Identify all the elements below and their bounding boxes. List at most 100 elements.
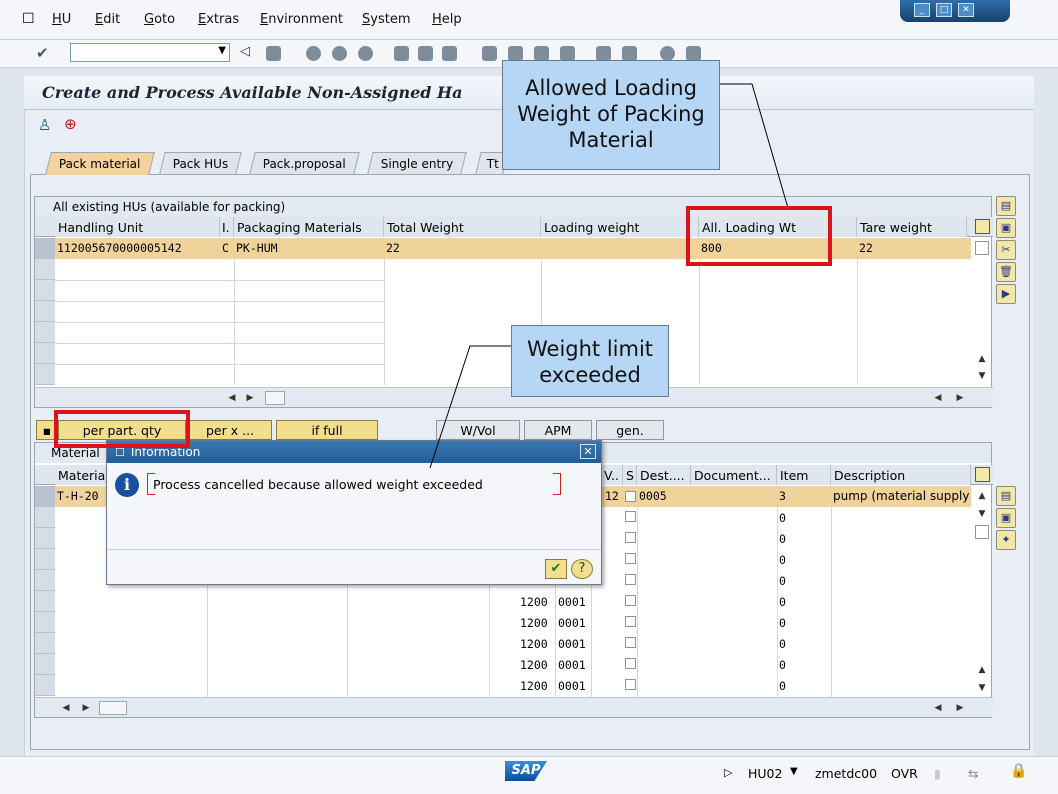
print-icon[interactable] — [394, 46, 409, 61]
scroll-left-icon[interactable]: ◀ — [59, 701, 73, 715]
close-icon[interactable]: ✕ — [958, 3, 974, 17]
help-button[interactable]: ? — [571, 559, 593, 579]
col-packaging-materials[interactable]: Packaging Materials — [234, 217, 384, 237]
tab-pack-proposal[interactable]: Pack.proposal — [249, 152, 360, 174]
scroll-thumb[interactable] — [265, 391, 285, 405]
scroll-right-icon[interactable]: ▶ — [953, 391, 967, 405]
menu-edit[interactable]: Edit — [95, 12, 120, 27]
row-selector[interactable] — [35, 591, 55, 612]
checkbox[interactable] — [625, 491, 636, 502]
pack-per-x-button[interactable]: per x ... — [188, 420, 272, 440]
find-next-icon[interactable] — [442, 46, 457, 61]
col-handling-unit[interactable]: Handling Unit — [55, 217, 220, 237]
scroll-right-icon[interactable]: ▶ — [243, 391, 257, 405]
scroll-right-icon[interactable]: ▶ — [953, 701, 967, 715]
command-field[interactable]: ▼ — [70, 43, 230, 62]
back-nav-icon[interactable]: ◁ — [240, 44, 250, 59]
delete-icon[interactable]: 🗑 — [996, 262, 1016, 282]
save-icon[interactable] — [266, 46, 281, 61]
checkbox[interactable] — [625, 637, 636, 648]
tab-single-entry[interactable]: Single entry — [367, 152, 468, 174]
generate-button[interactable]: gen. — [596, 420, 664, 440]
row-selector[interactable] — [35, 507, 55, 528]
last-page-icon[interactable] — [560, 46, 575, 61]
cancel-icon[interactable] — [358, 46, 373, 61]
chevron-down-icon[interactable]: ▼ — [218, 45, 226, 56]
back-icon[interactable] — [306, 46, 321, 61]
apm-button[interactable]: APM — [524, 420, 592, 440]
scroll-left-icon[interactable]: ◀ — [931, 701, 945, 715]
minimize-icon[interactable]: _ — [914, 3, 930, 17]
row-selector[interactable] — [35, 633, 55, 654]
col-total-weight[interactable]: Total Weight — [384, 217, 541, 237]
display-icon[interactable]: ▣ — [996, 218, 1016, 238]
display-icon[interactable]: ▣ — [996, 508, 1016, 528]
menu-hu[interactable]: HU — [52, 12, 71, 27]
col-description[interactable]: Description — [831, 465, 971, 485]
menu-environment[interactable]: Environment — [260, 12, 343, 27]
menu-icon[interactable]: ☐ — [22, 11, 35, 27]
checkbox[interactable] — [625, 511, 636, 522]
row-selector[interactable] — [35, 654, 55, 675]
row-selector[interactable] — [35, 259, 55, 280]
find-icon[interactable] — [418, 46, 433, 61]
details-icon[interactable]: ▤ — [996, 486, 1016, 506]
checkbox[interactable] — [625, 616, 636, 627]
layout-menu-icon[interactable] — [686, 46, 701, 61]
row-selector[interactable] — [35, 238, 55, 259]
scroll-left-icon[interactable]: ◀ — [225, 391, 239, 405]
horizontal-scrollbar[interactable]: ◀ ▶ ◀ ▶ — [35, 697, 993, 717]
scroll-down-icon[interactable]: ▼ — [975, 681, 989, 695]
scroll-right-icon[interactable]: ▶ — [79, 701, 93, 715]
col-i[interactable]: I. — [220, 217, 234, 237]
status-toggle-icon[interactable]: ▷ — [724, 766, 732, 779]
col-s[interactable]: S — [623, 465, 637, 485]
menu-help[interactable]: Help — [432, 12, 462, 27]
table-row[interactable]: 112005670000005142 C PK-HUM 22 800 22 — [55, 238, 971, 259]
checkbox[interactable] — [625, 532, 636, 543]
unpack-icon[interactable]: ✂ — [996, 240, 1016, 260]
scroll-thumb[interactable] — [975, 241, 989, 255]
exit-icon[interactable] — [332, 46, 347, 61]
row-selector[interactable] — [35, 280, 55, 301]
row-selector[interactable] — [35, 612, 55, 633]
weight-volume-button[interactable]: W/Vol — [436, 420, 520, 440]
first-page-icon[interactable] — [482, 46, 497, 61]
column-settings-icon[interactable] — [975, 219, 990, 234]
col-document[interactable]: Document... — [691, 465, 777, 485]
details-icon[interactable]: ▤ — [996, 196, 1016, 216]
previous-page-icon[interactable] — [508, 46, 523, 61]
status-mode[interactable]: OVR — [891, 766, 918, 781]
lifebuoy-icon[interactable]: ⊕ — [64, 115, 77, 133]
tab-pack-hus[interactable]: Pack HUs — [159, 152, 243, 174]
col-loading-weight[interactable]: Loading weight — [541, 217, 699, 237]
row-selector[interactable] — [35, 343, 55, 364]
row-selector[interactable] — [35, 570, 55, 591]
enter-icon[interactable]: ✔ — [36, 44, 49, 62]
row-selector[interactable] — [35, 675, 55, 696]
status-transaction[interactable]: HU02 — [748, 766, 782, 781]
col-v[interactable]: V.. — [601, 465, 623, 485]
person-icon[interactable]: ♙ — [38, 116, 51, 134]
chevron-down-icon[interactable]: ▼ — [790, 766, 798, 777]
scroll-down-icon[interactable]: ▼ — [975, 507, 989, 521]
menu-goto[interactable]: Goto — [144, 12, 175, 27]
tab-pack-material[interactable]: Pack material — [45, 152, 155, 175]
row-selector[interactable] — [35, 486, 55, 507]
scroll-thumb[interactable] — [99, 701, 127, 715]
maximize-icon[interactable]: □ — [936, 3, 952, 17]
row-selector[interactable] — [35, 528, 55, 549]
help-icon[interactable] — [660, 46, 675, 61]
menu-extras[interactable]: Extras — [198, 12, 239, 27]
settings-icon[interactable]: ✦ — [996, 530, 1016, 550]
col-tare-weight[interactable]: Tare weight — [857, 217, 967, 237]
scroll-up-icon[interactable]: ▲ — [975, 352, 989, 366]
col-item[interactable]: Item — [777, 465, 831, 485]
confirm-button[interactable]: ✔ — [545, 559, 567, 579]
column-settings-icon[interactable] — [975, 467, 990, 482]
row-selector[interactable] — [35, 301, 55, 322]
scroll-up-icon[interactable]: ▲ — [975, 489, 989, 503]
next-page-icon[interactable] — [534, 46, 549, 61]
create-session-icon[interactable] — [596, 46, 611, 61]
row-selector[interactable] — [35, 322, 55, 343]
